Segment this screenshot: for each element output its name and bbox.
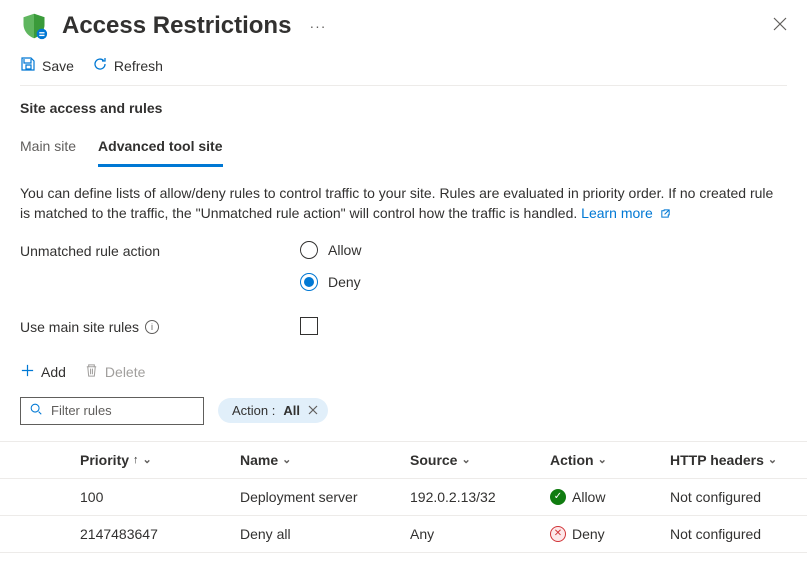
- cell-http: Not configured: [670, 489, 807, 505]
- save-button[interactable]: Save: [20, 56, 74, 75]
- save-icon: [20, 56, 36, 75]
- col-name[interactable]: Name ⌄: [240, 452, 410, 468]
- use-main-site-checkbox[interactable]: [300, 317, 318, 335]
- close-button[interactable]: [773, 17, 787, 36]
- plus-icon: [20, 363, 35, 381]
- col-source-label: Source: [410, 452, 457, 468]
- col-name-label: Name: [240, 452, 278, 468]
- cell-action-label: Allow: [572, 489, 605, 505]
- search-icon: [29, 402, 43, 419]
- radio-circle-icon: [300, 241, 318, 259]
- filter-pill-action[interactable]: Action : All: [218, 398, 328, 423]
- chevron-down-icon: ⌄: [768, 453, 777, 466]
- chevron-down-icon: ⌄: [143, 453, 152, 466]
- pill-label: Action :: [232, 403, 275, 418]
- trash-icon: [84, 363, 99, 381]
- rules-table: Priority ↑ ⌄ Name ⌄ Source ⌄ Action ⌄ HT…: [0, 441, 807, 553]
- rule-actions: Add Delete: [0, 335, 807, 391]
- col-priority[interactable]: Priority ↑ ⌄: [80, 452, 240, 468]
- cell-priority: 100: [80, 489, 240, 505]
- learn-more-link[interactable]: Learn more: [581, 205, 670, 221]
- tab-advanced-tool-site[interactable]: Advanced tool site: [98, 132, 222, 167]
- add-label: Add: [41, 364, 66, 380]
- save-label: Save: [42, 58, 74, 74]
- refresh-label: Refresh: [114, 58, 163, 74]
- cell-action: ✓ Allow: [550, 489, 670, 505]
- filter-input[interactable]: [49, 402, 195, 419]
- cell-action-label: Deny: [572, 526, 605, 542]
- more-button[interactable]: ···: [309, 18, 326, 34]
- allow-icon: ✓: [550, 489, 566, 505]
- radio-deny[interactable]: Deny: [300, 273, 361, 291]
- cell-action: ✕ Deny: [550, 526, 670, 542]
- chevron-down-icon: ⌄: [282, 453, 291, 466]
- chevron-down-icon: ⌄: [461, 453, 470, 466]
- cell-priority: 2147483647: [80, 526, 240, 542]
- cell-source: Any: [410, 526, 550, 542]
- use-main-site-label: Use main site rules i: [20, 317, 300, 335]
- col-action[interactable]: Action ⌄: [550, 452, 670, 468]
- page-header: Access Restrictions ···: [0, 0, 807, 48]
- filter-row: Action : All: [0, 391, 807, 435]
- col-http-headers[interactable]: HTTP headers ⌄: [670, 452, 807, 468]
- table-row[interactable]: 2147483647 Deny all Any ✕ Deny Not confi…: [0, 516, 807, 553]
- delete-label: Delete: [105, 364, 145, 380]
- tab-main-site[interactable]: Main site: [20, 132, 76, 167]
- refresh-button[interactable]: Refresh: [92, 56, 163, 75]
- col-http-label: HTTP headers: [670, 452, 764, 468]
- cell-name: Deployment server: [240, 489, 410, 505]
- unmatched-radio-group: Allow Deny: [300, 241, 361, 291]
- pill-value: All: [283, 403, 300, 418]
- cell-http: Not configured: [670, 526, 807, 542]
- chevron-down-icon: ⌄: [598, 453, 607, 466]
- use-main-site-text: Use main site rules: [20, 319, 139, 335]
- command-bar: Save Refresh: [0, 48, 807, 85]
- delete-button[interactable]: Delete: [84, 363, 145, 381]
- deny-icon: ✕: [550, 526, 566, 542]
- unmatched-rule-label: Unmatched rule action: [20, 241, 300, 259]
- unmatched-rule-row: Unmatched rule action Allow Deny: [0, 229, 807, 291]
- pill-clear-icon[interactable]: [308, 403, 318, 418]
- col-source[interactable]: Source ⌄: [410, 452, 550, 468]
- filter-input-wrap[interactable]: [20, 397, 204, 425]
- radio-deny-label: Deny: [328, 274, 361, 290]
- tabs: Main site Advanced tool site: [0, 122, 807, 167]
- col-priority-label: Priority: [80, 452, 129, 468]
- external-link-icon: [660, 204, 671, 224]
- cell-name: Deny all: [240, 526, 410, 542]
- sort-asc-icon: ↑: [133, 454, 139, 466]
- description-text: You can define lists of allow/deny rules…: [0, 167, 807, 229]
- learn-more-label: Learn more: [581, 205, 653, 221]
- page-title: Access Restrictions: [62, 12, 291, 40]
- radio-circle-icon: [300, 273, 318, 291]
- table-header: Priority ↑ ⌄ Name ⌄ Source ⌄ Action ⌄ HT…: [0, 441, 807, 479]
- radio-allow[interactable]: Allow: [300, 241, 361, 259]
- col-action-label: Action: [550, 452, 594, 468]
- add-button[interactable]: Add: [20, 363, 66, 381]
- use-main-site-row: Use main site rules i: [0, 291, 807, 335]
- cell-source: 192.0.2.13/32: [410, 489, 550, 505]
- shield-icon: [20, 12, 48, 40]
- info-icon[interactable]: i: [145, 320, 159, 334]
- section-heading: Site access and rules: [0, 86, 807, 122]
- radio-allow-label: Allow: [328, 242, 361, 258]
- table-row[interactable]: 100 Deployment server 192.0.2.13/32 ✓ Al…: [0, 479, 807, 516]
- refresh-icon: [92, 56, 108, 75]
